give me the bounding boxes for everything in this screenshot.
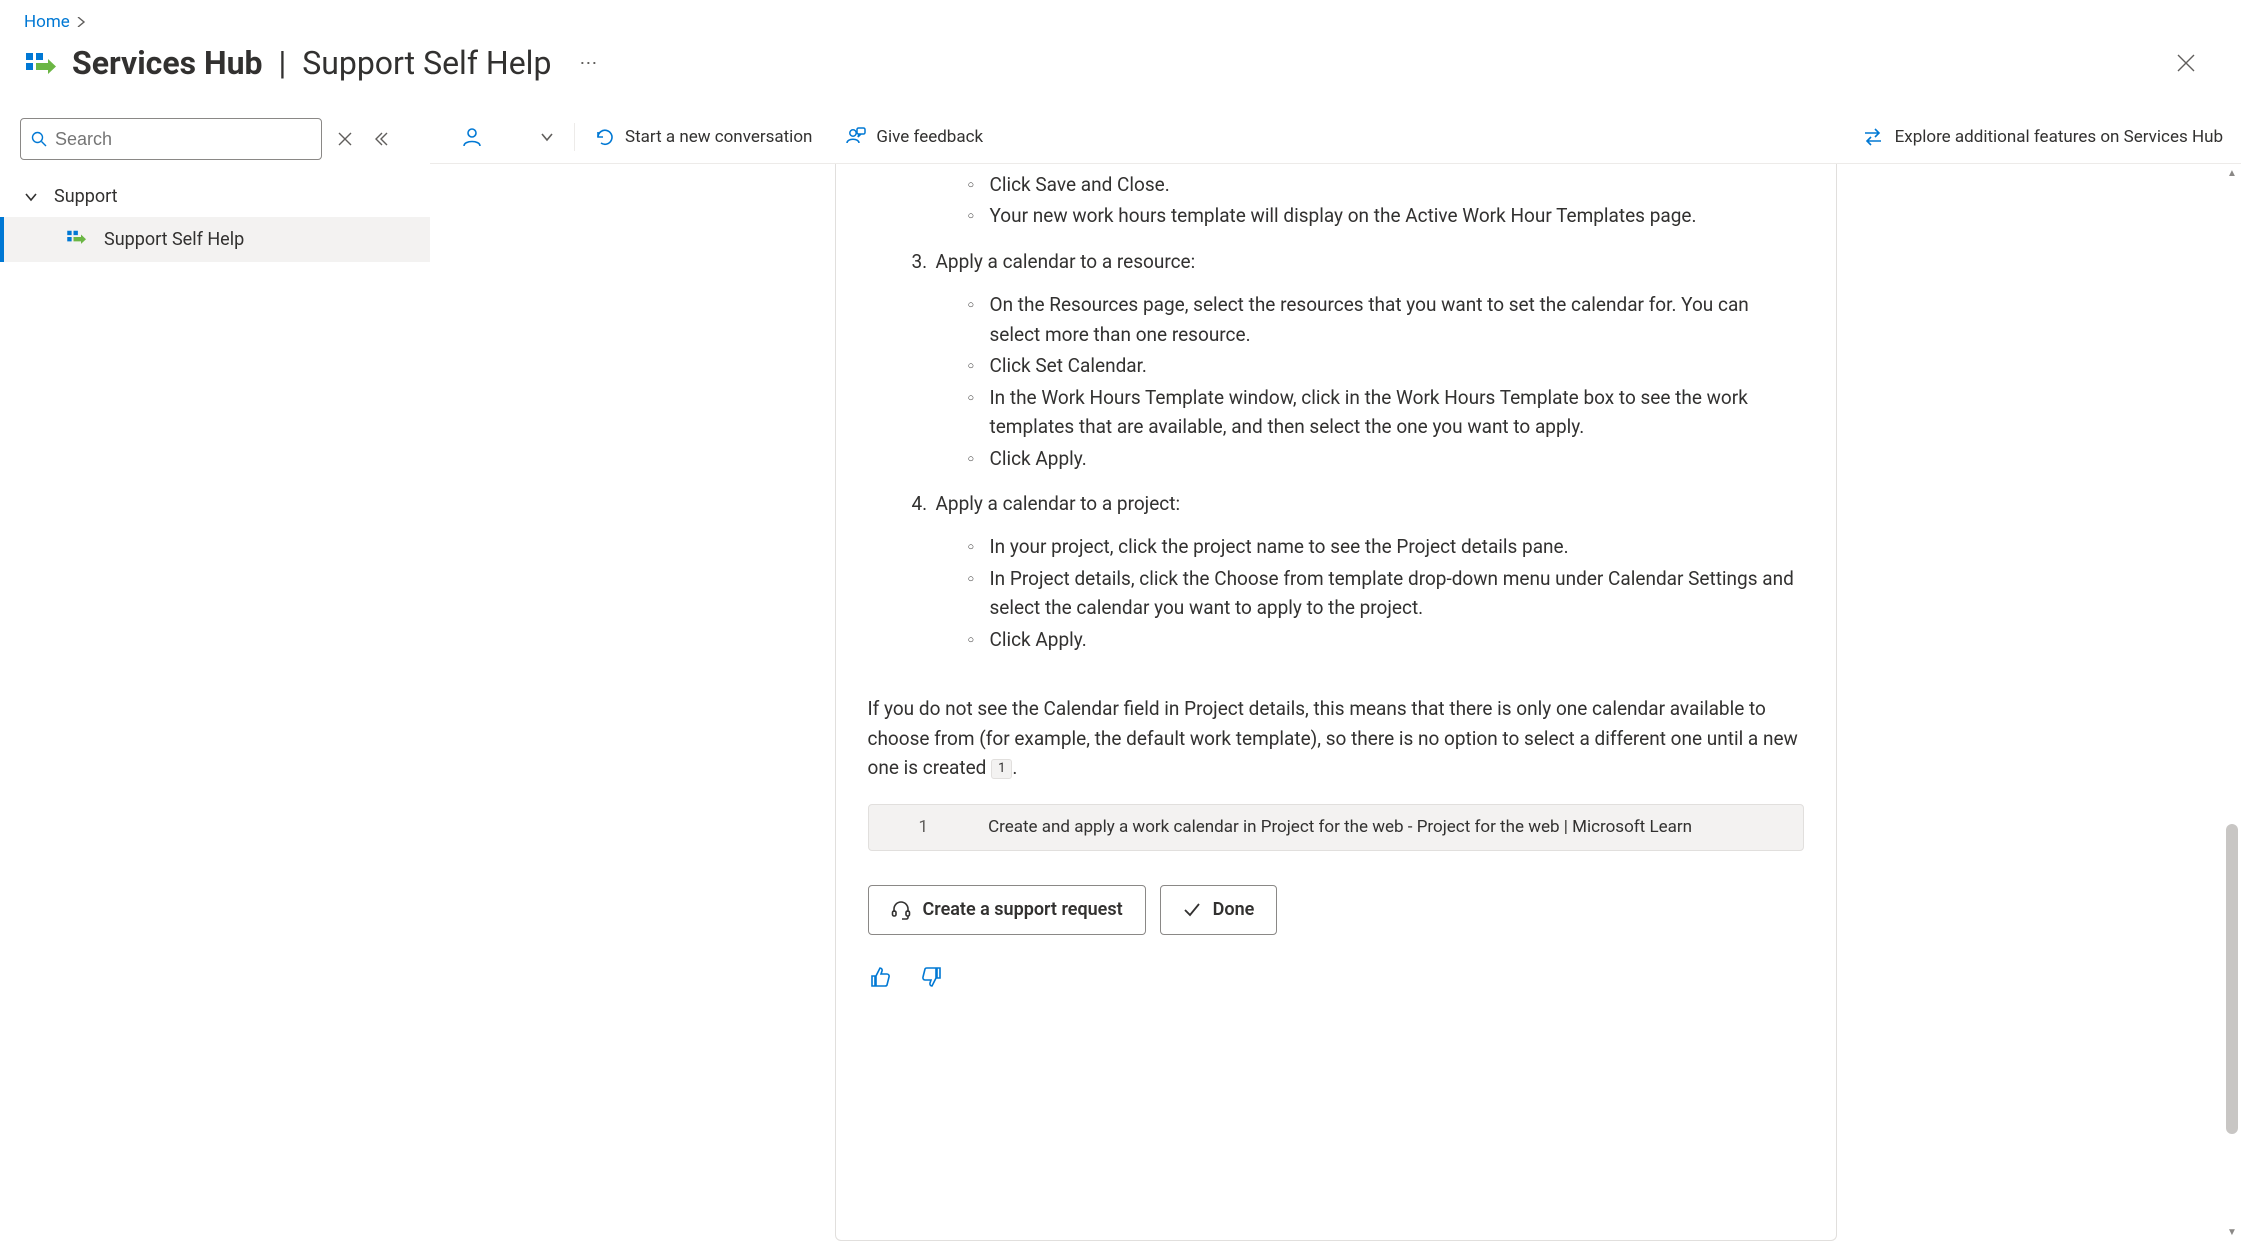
search-input-wrapper[interactable] [20,118,322,160]
answer-bullet: Click Apply. [968,444,1804,473]
services-hub-mini-logo-icon [66,227,86,252]
sidebar-item-label: Support Self Help [104,229,244,250]
sidebar-item-support-self-help[interactable]: Support Self Help [0,217,430,262]
checkmark-icon [1183,901,1201,919]
create-support-request-label: Create a support request [923,896,1123,924]
toolbar-user-dropdown[interactable] [448,110,568,163]
breadcrumb-home-link[interactable]: Home [24,12,70,32]
scroll-up-arrow-icon[interactable]: ▲ [2223,164,2241,182]
sidebar-group-support[interactable]: Support [0,176,430,217]
title-divider: | [278,44,286,82]
collapse-sidebar-icon[interactable] [368,127,392,151]
answer-bullet: In the Work Hours Template window, click… [968,383,1804,442]
page-title: Services Hub | Support Self Help [72,44,551,82]
page-header: Services Hub | Support Self Help ⋯ [0,40,2241,110]
answer-bullet: Click Apply. [968,625,1804,654]
scroll-down-arrow-icon[interactable]: ▼ [2223,1223,2241,1241]
app-name: Services Hub [72,44,263,82]
swap-icon [1863,127,1883,147]
create-support-request-button[interactable]: Create a support request [868,885,1146,935]
step-number: 4. [912,489,936,518]
give-feedback-label: Give feedback [876,127,983,147]
step-title: Apply a calendar to a project: [936,489,1181,518]
person-icon [462,127,482,147]
sidebar: Support Support Self Help [0,110,430,1241]
search-icon [31,131,47,147]
answer-panel: Click Save and Close. Your new work hour… [835,164,1837,1241]
step-number: 3. [912,247,936,276]
done-button[interactable]: Done [1160,885,1278,935]
chevron-right-icon [76,17,86,27]
citation-inline[interactable]: 1 [991,759,1012,779]
answer-bullet: Your new work hours template will displa… [968,201,1804,230]
step-title: Apply a calendar to a resource: [936,247,1196,276]
clear-search-icon[interactable] [334,128,356,150]
citation-text: Create and apply a work calendar in Proj… [988,814,1692,840]
thumbs-down-icon[interactable] [920,965,944,989]
citation-number: 1 [883,814,971,840]
main-content: Start a new conversation Give feedback [430,110,2241,1241]
thumbs-up-icon[interactable] [868,965,892,989]
give-feedback-button[interactable]: Give feedback [832,110,997,163]
refresh-icon [595,127,615,147]
explore-features-label: Explore additional features on Services … [1895,127,2223,147]
action-row: Create a support request Done [868,885,1804,935]
chevron-down-icon [540,130,554,144]
citation-block[interactable]: 1 Create and apply a work calendar in Pr… [868,804,1804,850]
answer-bullet: Click Save and Close. [968,170,1804,199]
answer-bullet: On the Resources page, select the resour… [968,290,1804,349]
paragraph-period: . [1012,756,1017,779]
breadcrumb: Home [0,0,2241,40]
start-conversation-label: Start a new conversation [625,127,812,147]
chevron-down-icon [24,190,40,204]
scrollbar[interactable]: ▲ ▼ [2223,164,2241,1241]
explore-features-link[interactable]: Explore additional features on Services … [1863,127,2223,147]
answer-bullet: In your project, click the project name … [968,532,1804,561]
search-input[interactable] [55,129,311,150]
close-icon[interactable] [2171,48,2201,78]
feedback-icon [846,127,866,147]
sidebar-group-label: Support [54,186,118,207]
more-icon[interactable]: ⋯ [579,53,599,74]
page-subtitle: Support Self Help [302,44,551,82]
services-hub-logo-icon [24,47,56,79]
scrollbar-thumb[interactable] [2226,824,2238,1134]
start-conversation-button[interactable]: Start a new conversation [581,110,826,163]
answer-bullet: In Project details, click the Choose fro… [968,564,1804,623]
toolbar: Start a new conversation Give feedback [430,110,2241,164]
headset-icon [891,900,911,920]
feedback-row [868,965,1804,989]
answer-paragraph: If you do not see the Calendar field in … [868,694,1804,782]
answer-bullet: Click Set Calendar. [968,351,1804,380]
done-label: Done [1213,896,1255,924]
